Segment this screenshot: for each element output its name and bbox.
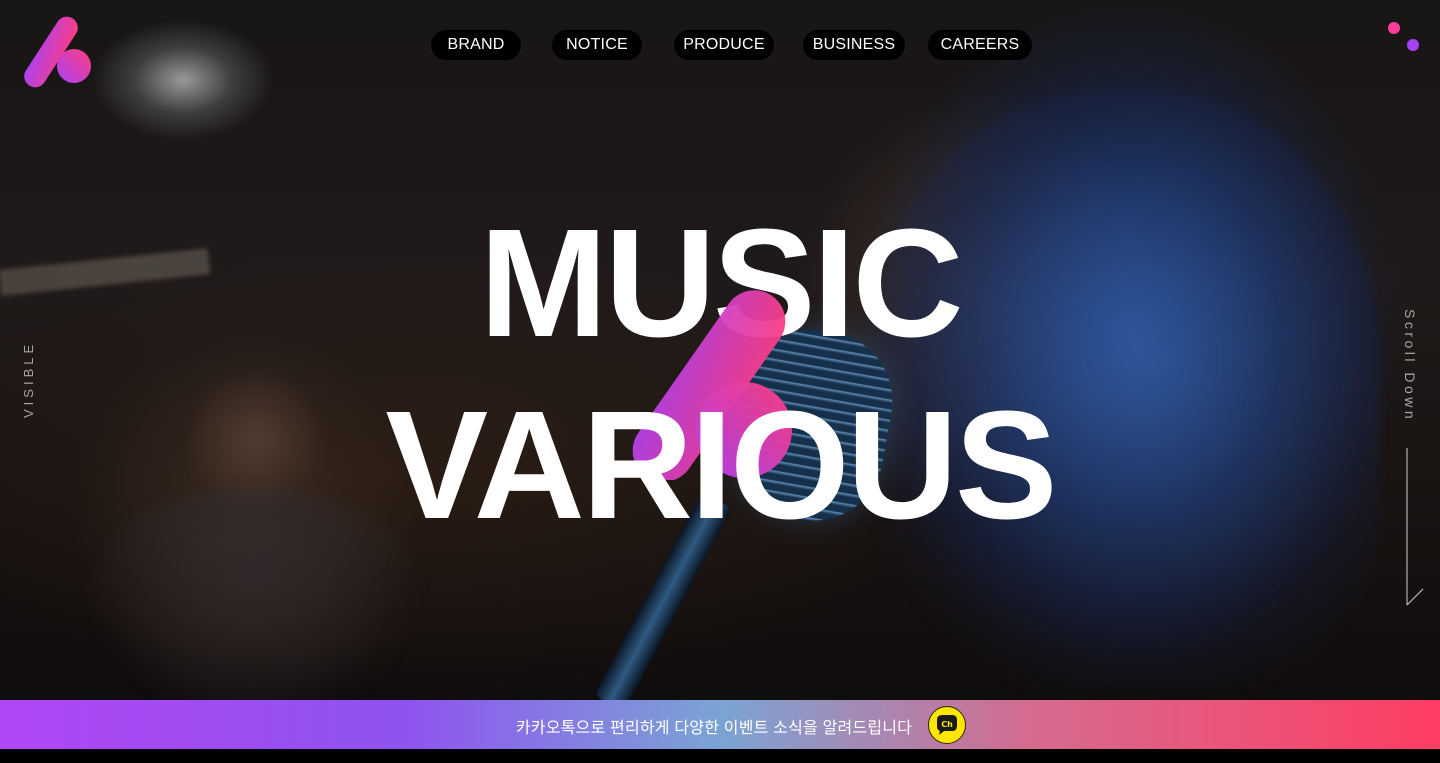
nav-item-business[interactable]: BUSINESS: [803, 30, 905, 60]
bottom-strip: [0, 749, 1440, 763]
nav-item-produce[interactable]: PRODUCE: [674, 30, 774, 60]
nav-item-brand[interactable]: BRAND: [431, 30, 521, 60]
banner-text-wrapper: 카카오톡으로 편리하게 다양한 이벤트 소식을 알려드립니다: [0, 714, 1440, 738]
two-dot-menu-icon[interactable]: [1386, 20, 1426, 56]
hero-headline-line2: VARIOUS: [385, 379, 1057, 551]
main-navigation: BRAND NOTICE PRODUCE BUSINESS CAREERS: [0, 30, 1440, 62]
kakao-event-banner[interactable]: 카카오톡으로 편리하게 다양한 이벤트 소식을 알려드립니다: [0, 700, 1440, 749]
kakao-channel-icon-label: Ch: [941, 720, 953, 729]
nav-item-careers[interactable]: CAREERS: [928, 30, 1032, 60]
kakao-channel-icon[interactable]: Ch: [928, 706, 966, 744]
banner-text: 카카오톡으로 편리하게 다양한 이벤트 소식을 알려드립니다: [515, 720, 913, 737]
nav-item-notice[interactable]: NOTICE: [552, 30, 642, 60]
